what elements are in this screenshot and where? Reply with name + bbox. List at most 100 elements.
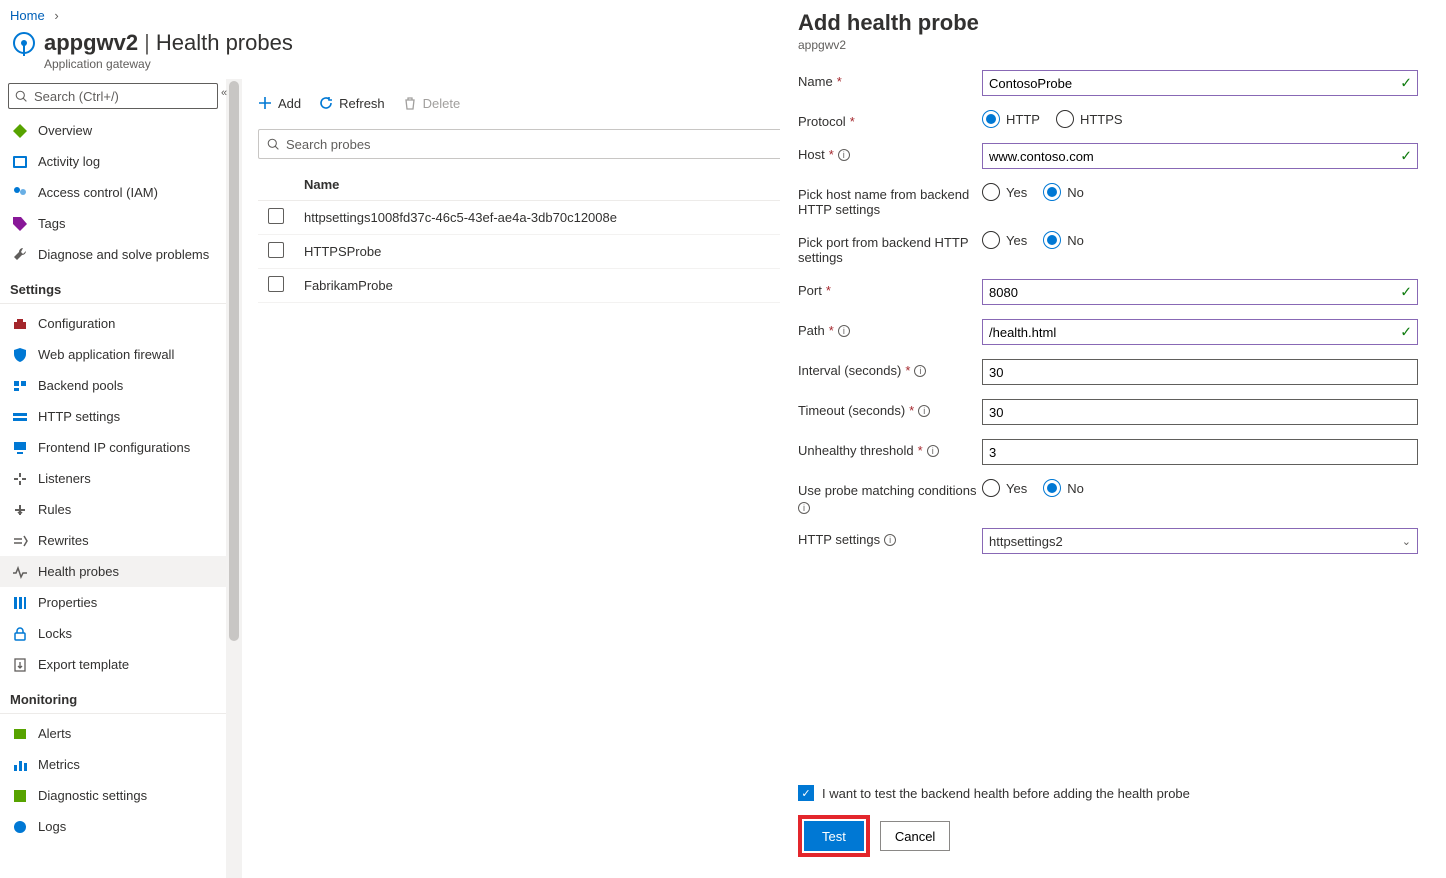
pick-port-label: Pick port from backend HTTP settings bbox=[798, 231, 982, 265]
alerts-icon bbox=[12, 726, 28, 742]
collapse-sidebar-button[interactable]: « bbox=[216, 87, 232, 103]
pick-port-radios: Yes No bbox=[982, 231, 1418, 249]
info-icon[interactable]: i bbox=[838, 149, 850, 161]
rewrites-icon bbox=[12, 533, 28, 549]
page-title: appgwv2|Health probes bbox=[44, 30, 293, 56]
info-icon[interactable]: i bbox=[838, 325, 850, 337]
chevron-right-icon: › bbox=[54, 8, 58, 23]
sidebar-item-activity-log[interactable]: Activity log bbox=[0, 146, 226, 177]
row-checkbox[interactable] bbox=[268, 276, 284, 292]
pick-host-radios: Yes No bbox=[982, 183, 1418, 201]
delete-button[interactable]: Delete bbox=[403, 96, 461, 111]
threshold-label: Unhealthy threshold*i bbox=[798, 439, 982, 458]
sidebar-item-backend-pools[interactable]: Backend pools bbox=[0, 370, 226, 401]
matching-no-radio[interactable]: No bbox=[1043, 479, 1084, 497]
checkbox-checked-icon: ✓ bbox=[798, 785, 814, 801]
panel-title: Add health probe bbox=[798, 10, 1418, 36]
refresh-button[interactable]: Refresh bbox=[319, 96, 385, 111]
sidebar-scrollbar[interactable] bbox=[226, 79, 242, 878]
check-icon: ✓ bbox=[1400, 324, 1412, 341]
check-icon: ✓ bbox=[1400, 284, 1412, 301]
sidebar-item-metrics[interactable]: Metrics bbox=[0, 749, 226, 780]
host-input[interactable] bbox=[982, 143, 1418, 169]
test-confirm-checkbox[interactable]: ✓ I want to test the backend health befo… bbox=[798, 785, 1418, 801]
sidebar-item-listeners[interactable]: Listeners bbox=[0, 463, 226, 494]
iam-icon bbox=[12, 185, 28, 201]
diag-icon bbox=[12, 788, 28, 804]
sidebar-item-frontend-ip[interactable]: Frontend IP configurations bbox=[0, 432, 226, 463]
breadcrumb-home[interactable]: Home bbox=[10, 8, 45, 23]
config-icon bbox=[12, 316, 28, 332]
pick-host-yes-radio[interactable]: Yes bbox=[982, 183, 1027, 201]
lock-icon bbox=[12, 626, 28, 642]
sidebar-item-health-probes[interactable]: Health probes bbox=[0, 556, 226, 587]
sidebar-item-properties[interactable]: Properties bbox=[0, 587, 226, 618]
info-icon[interactable]: i bbox=[884, 534, 896, 546]
path-input[interactable] bbox=[982, 319, 1418, 345]
port-label: Port* bbox=[798, 279, 982, 298]
activity-log-icon bbox=[12, 154, 28, 170]
cancel-button[interactable]: Cancel bbox=[880, 821, 950, 851]
host-label: Host*i bbox=[798, 143, 982, 162]
sidebar-item-rules[interactable]: Rules bbox=[0, 494, 226, 525]
frontend-ip-icon bbox=[12, 440, 28, 456]
sidebar: Search (Ctrl+/) « Overview Activity log … bbox=[0, 79, 226, 878]
rules-icon bbox=[12, 502, 28, 518]
matching-yes-radio[interactable]: Yes bbox=[982, 479, 1027, 497]
check-icon: ✓ bbox=[1400, 148, 1412, 165]
pick-port-yes-radio[interactable]: Yes bbox=[982, 231, 1027, 249]
delete-icon bbox=[403, 96, 417, 110]
sidebar-item-export-template[interactable]: Export template bbox=[0, 649, 226, 680]
interval-label: Interval (seconds)*i bbox=[798, 359, 982, 378]
matching-label: Use probe matching conditionsi bbox=[798, 479, 982, 514]
threshold-input[interactable] bbox=[982, 439, 1418, 465]
info-icon[interactable]: i bbox=[798, 502, 810, 514]
port-input[interactable] bbox=[982, 279, 1418, 305]
probe-icon bbox=[12, 564, 28, 580]
app-gateway-icon bbox=[10, 29, 38, 57]
add-button[interactable]: Add bbox=[258, 96, 301, 111]
name-label: Name* bbox=[798, 70, 982, 89]
logs-icon bbox=[12, 819, 28, 835]
pick-port-no-radio[interactable]: No bbox=[1043, 231, 1084, 249]
timeout-input[interactable] bbox=[982, 399, 1418, 425]
sidebar-item-waf[interactable]: Web application firewall bbox=[0, 339, 226, 370]
path-label: Path*i bbox=[798, 319, 982, 338]
sidebar-item-diagnose[interactable]: Diagnose and solve problems bbox=[0, 239, 226, 270]
sidebar-item-http-settings[interactable]: HTTP settings bbox=[0, 401, 226, 432]
matching-radios: Yes No bbox=[982, 479, 1418, 497]
sidebar-search[interactable]: Search (Ctrl+/) bbox=[8, 83, 218, 109]
row-checkbox[interactable] bbox=[268, 242, 284, 258]
protocol-https-radio[interactable]: HTTPS bbox=[1056, 110, 1123, 128]
sidebar-item-diagnostic-settings[interactable]: Diagnostic settings bbox=[0, 780, 226, 811]
test-button[interactable]: Test bbox=[804, 821, 864, 851]
name-input[interactable] bbox=[982, 70, 1418, 96]
interval-input[interactable] bbox=[982, 359, 1418, 385]
info-icon[interactable]: i bbox=[914, 365, 926, 377]
sidebar-item-overview[interactable]: Overview bbox=[0, 115, 226, 146]
sidebar-item-rewrites[interactable]: Rewrites bbox=[0, 525, 226, 556]
sidebar-item-iam[interactable]: Access control (IAM) bbox=[0, 177, 226, 208]
refresh-icon bbox=[319, 96, 333, 110]
properties-icon bbox=[12, 595, 28, 611]
row-checkbox[interactable] bbox=[268, 208, 284, 224]
add-probe-panel: Add health probe appgwv2 Name* ✓ Protoco… bbox=[780, 0, 1446, 869]
sidebar-item-locks[interactable]: Locks bbox=[0, 618, 226, 649]
panel-subtitle: appgwv2 bbox=[798, 38, 1418, 52]
http-settings-select[interactable]: httpsettings2 ⌄ bbox=[982, 528, 1418, 554]
export-icon bbox=[12, 657, 28, 673]
protocol-http-radio[interactable]: HTTP bbox=[982, 110, 1040, 128]
info-icon[interactable]: i bbox=[927, 445, 939, 457]
sidebar-item-configuration[interactable]: Configuration bbox=[0, 308, 226, 339]
shield-icon bbox=[12, 347, 28, 363]
sidebar-item-logs[interactable]: Logs bbox=[0, 811, 226, 842]
pick-host-no-radio[interactable]: No bbox=[1043, 183, 1084, 201]
metrics-icon bbox=[12, 757, 28, 773]
overview-icon bbox=[12, 123, 28, 139]
info-icon[interactable]: i bbox=[918, 405, 930, 417]
sidebar-item-tags[interactable]: Tags bbox=[0, 208, 226, 239]
sidebar-item-alerts[interactable]: Alerts bbox=[0, 718, 226, 749]
protocol-label: Protocol* bbox=[798, 110, 982, 129]
plus-icon bbox=[258, 96, 272, 110]
timeout-label: Timeout (seconds)*i bbox=[798, 399, 982, 418]
